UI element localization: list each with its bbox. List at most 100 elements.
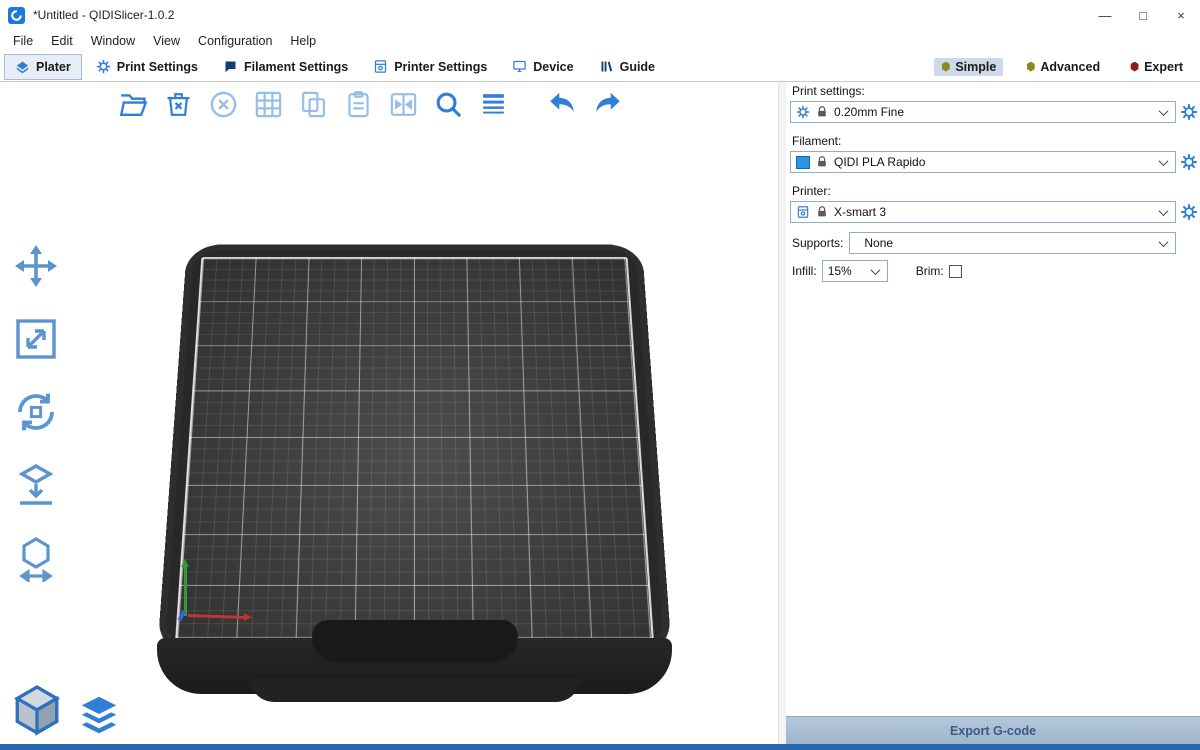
- editor-view-button[interactable]: [12, 684, 62, 738]
- infill-label: Infill:: [792, 264, 817, 278]
- copy-button[interactable]: [296, 87, 330, 121]
- search-button[interactable]: [431, 87, 465, 121]
- view-mode-buttons: [12, 684, 122, 738]
- export-gcode-button[interactable]: Export G-code: [786, 716, 1200, 744]
- advanced-mode-dot-icon: [1026, 62, 1035, 72]
- window-controls: — □ ×: [1086, 0, 1200, 30]
- menu-edit[interactable]: Edit: [42, 30, 82, 52]
- arrange-button[interactable]: [251, 87, 285, 121]
- place-on-face-gizmo-button[interactable]: [10, 459, 62, 511]
- rotate-gizmo-button[interactable]: [10, 386, 62, 438]
- delete-button[interactable]: [161, 87, 195, 121]
- sidebar-scrollbar[interactable]: [778, 82, 786, 744]
- app-window: *Untitled - QIDISlicer-1.0.2 — □ × File …: [0, 0, 1200, 750]
- print-bed: [157, 245, 672, 656]
- print-bed-plate: [175, 257, 654, 640]
- plater-icon: [15, 59, 30, 74]
- scale-gizmo-button[interactable]: [10, 313, 62, 365]
- paste-icon: [343, 89, 374, 120]
- menubar: File Edit Window View Configuration Help: [0, 30, 1200, 52]
- bed-handle: [312, 620, 518, 666]
- print-settings-gear-button[interactable]: [1180, 103, 1198, 121]
- gear-icon: [96, 59, 111, 74]
- mode-advanced[interactable]: Advanced: [1019, 58, 1107, 76]
- supports-value: None: [864, 236, 893, 250]
- tab-filament-settings[interactable]: Filament Settings: [212, 54, 359, 80]
- scale-icon: [12, 315, 60, 363]
- printer-combo[interactable]: X-smart 3: [790, 201, 1176, 223]
- folder-open-icon: [118, 89, 149, 120]
- chevron-down-icon: [1159, 237, 1169, 247]
- tab-device[interactable]: Device: [501, 54, 584, 80]
- chevron-down-icon: [1159, 106, 1169, 116]
- print-settings-combo[interactable]: 0.20mm Fine: [790, 101, 1176, 123]
- tab-guide[interactable]: Guide: [588, 54, 666, 80]
- delete-all-button[interactable]: [206, 87, 240, 121]
- bed-handle-lip: [250, 678, 580, 702]
- brim-label: Brim:: [916, 264, 944, 278]
- tab-print-settings[interactable]: Print Settings: [85, 54, 209, 80]
- mode-expert[interactable]: Expert: [1123, 58, 1190, 76]
- minimize-button[interactable]: —: [1086, 0, 1124, 30]
- viewport-3d-canvas[interactable]: [0, 82, 778, 744]
- move-gizmo-button[interactable]: [10, 240, 62, 292]
- app-logo-icon: [8, 7, 25, 24]
- close-button[interactable]: ×: [1162, 0, 1200, 30]
- copy-icon: [298, 89, 329, 120]
- gear-icon: [796, 105, 810, 119]
- tab-printer-settings[interactable]: Printer Settings: [362, 54, 498, 80]
- lock-icon: [815, 155, 829, 169]
- menu-window[interactable]: Window: [82, 30, 144, 52]
- menu-configuration[interactable]: Configuration: [189, 30, 281, 52]
- printer-icon: [796, 205, 810, 219]
- filament-gear-button[interactable]: [1180, 153, 1198, 171]
- undo-button[interactable]: [545, 87, 579, 121]
- lock-icon: [815, 105, 829, 119]
- chevron-down-icon: [870, 265, 880, 275]
- gear-icon: [1180, 103, 1198, 121]
- plater-toolbar: [116, 87, 624, 121]
- menu-file[interactable]: File: [4, 30, 42, 52]
- 3d-cube-icon: [12, 684, 62, 738]
- size-gizmo-button[interactable]: [10, 532, 62, 584]
- sliced-layers-icon: [76, 692, 122, 738]
- guide-icon: [599, 59, 614, 74]
- infill-combo[interactable]: 15%: [822, 260, 888, 282]
- mode-simple[interactable]: Simple: [934, 58, 1003, 76]
- move-icon: [12, 242, 60, 290]
- tab-plater[interactable]: Plater: [4, 54, 82, 80]
- printer-label: Printer:: [792, 184, 1200, 198]
- search-icon: [433, 89, 464, 120]
- place-on-face-icon: [12, 461, 60, 509]
- device-icon: [512, 59, 527, 74]
- menu-view[interactable]: View: [144, 30, 189, 52]
- paste-button[interactable]: [341, 87, 375, 121]
- supports-combo[interactable]: None: [849, 232, 1176, 254]
- status-progress-bar: [0, 744, 1200, 750]
- filament-combo[interactable]: QIDI PLA Rapido: [790, 151, 1176, 173]
- filament-value: QIDI PLA Rapido: [834, 155, 925, 169]
- redo-icon: [592, 89, 623, 120]
- tabbar: Plater Print Settings Filament Settings …: [0, 52, 1200, 82]
- printer-icon: [373, 59, 388, 74]
- titlebar: *Untitled - QIDISlicer-1.0.2 — □ ×: [0, 0, 1200, 30]
- expert-mode-dot-icon: [1130, 62, 1139, 72]
- menu-help[interactable]: Help: [281, 30, 325, 52]
- lock-icon: [815, 205, 829, 219]
- split-objects-button[interactable]: [386, 87, 420, 121]
- open-project-button[interactable]: [116, 87, 150, 121]
- undo-icon: [547, 89, 578, 120]
- print-settings-value: 0.20mm Fine: [834, 105, 904, 119]
- maximize-button[interactable]: □: [1124, 0, 1162, 30]
- variable-layer-height-button[interactable]: [476, 87, 510, 121]
- split-objects-icon: [388, 89, 419, 120]
- brim-checkbox[interactable]: [949, 265, 962, 278]
- simple-mode-dot-icon: [941, 62, 950, 72]
- printer-gear-button[interactable]: [1180, 203, 1198, 221]
- rotate-icon: [12, 388, 60, 436]
- preview-view-button[interactable]: [76, 692, 122, 738]
- redo-button[interactable]: [590, 87, 624, 121]
- window-title: *Untitled - QIDISlicer-1.0.2: [33, 8, 174, 22]
- settings-sidebar: Print settings: 0.20mm Fine Filament: QI…: [786, 82, 1200, 744]
- print-settings-label: Print settings:: [792, 84, 1200, 98]
